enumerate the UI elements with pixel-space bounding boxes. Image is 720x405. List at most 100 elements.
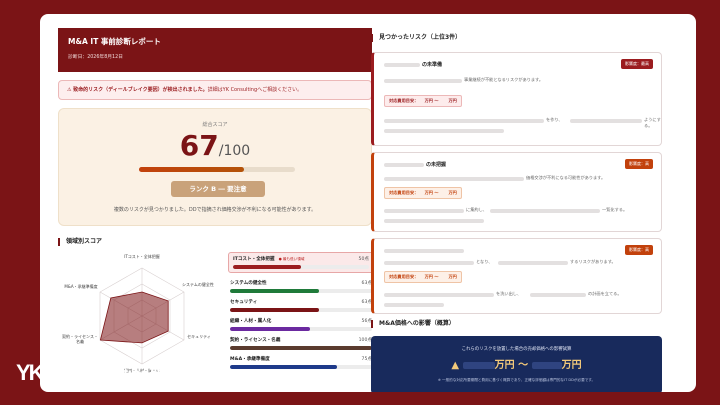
risk-action-end: の計画を立てる。 — [588, 291, 622, 296]
area-bar — [230, 346, 372, 350]
risks-title: 見つかったリスク（上位3件） — [371, 34, 461, 42]
redacted-text — [384, 119, 544, 123]
radar-label-contract: 契約・ライセンス・名義 — [62, 334, 98, 344]
score-progress-bar — [139, 167, 295, 172]
risk-title: の未準備 — [422, 62, 443, 68]
range-suffix: 万円 — [561, 360, 582, 371]
area-row: ITコスト・全体把握 ● 最も低い領域 50点 — [228, 252, 374, 273]
area-row: 組織・人材・属人化 56点 — [230, 318, 372, 331]
score-max: /100 — [218, 143, 251, 159]
area-bar-fill — [230, 289, 320, 293]
area-row: セキュリティ 63点 — [230, 299, 372, 312]
severity-badge: 影響度：最高 — [621, 59, 653, 69]
radar-label-it-cost: ITコスト・全体把握 — [124, 254, 160, 259]
area-name: ITコスト・全体把握 — [233, 257, 275, 262]
rank-badge: ランク B ― 要注意 — [171, 181, 265, 197]
report-sheet: M&A IT 事前診断レポート 診断日：2026年8月12日 ⚠ 致命的リスク（… — [40, 14, 696, 392]
area-row: M&A・承継準備度 75点 — [230, 356, 372, 369]
redacted-text — [384, 249, 464, 253]
impact-note: ※ 一般的な対応所要期間と費用に基づく概算であり、正確な評価額は専門的なIT D… — [437, 378, 596, 382]
redacted-text — [384, 163, 424, 167]
area-name: 契約・ライセンス・名義 — [230, 338, 281, 343]
area-bar — [230, 289, 372, 293]
risk-card: の未準備 影響度：最高 事業継続が不能となるリスクがあります。 対応費用目安： … — [371, 52, 662, 146]
score-value: 67/100 — [59, 129, 371, 162]
area-bar — [233, 265, 369, 269]
alert-rest-text: 詳細はYK Consultingへご相談ください。 — [207, 87, 303, 93]
risk-title: の未把握 — [426, 162, 447, 168]
range-mid: 万円 〜 — [494, 360, 529, 371]
redacted-amount — [531, 361, 562, 369]
price-impact-box: これらのリスクを放置した場合の売却価格への影響試算 ▲ 万円 〜 万円 ※ 一般… — [371, 336, 662, 392]
risk-action: に集約し、 — [466, 207, 487, 212]
alert-strong-text: 致命的リスク（ディールブレイク要因）が検出されました。 — [73, 87, 208, 93]
risk-card: 影響度：高 となり、 するリスクがあります。 対応費用目安： 万円 〜 万円 を… — [371, 238, 662, 314]
redacted-text — [384, 219, 484, 223]
risk-action-end: 一覧化する。 — [602, 207, 628, 212]
redacted-text — [384, 129, 504, 133]
redacted-text — [570, 119, 642, 123]
area-bar-fill — [230, 308, 320, 312]
area-row: 契約・ライセンス・名義 100点 — [230, 337, 372, 350]
brand-name: YK Consulting株式会社 — [52, 365, 205, 381]
radar-label-security: セキュリティ — [187, 334, 211, 339]
brand-mark: YK — [16, 360, 45, 385]
redacted-amount — [462, 361, 495, 369]
score-label: 総合スコア — [202, 122, 228, 128]
area-bar — [230, 308, 372, 312]
area-scores-title: 領域別スコア — [58, 238, 102, 246]
impact-title: M&A価格への影響（概算） — [371, 320, 455, 328]
cost-estimate: 対応費用目安： 万円 〜 万円 — [384, 187, 462, 199]
area-score: 100点 — [358, 338, 372, 343]
risk-card: の未把握 影響度：高 価格交渉が不利になる可能性があります。 対応費用目安： 万… — [371, 152, 662, 232]
area-name: M&A・承継準備度 — [230, 357, 270, 362]
score-number: 67 — [179, 129, 219, 162]
area-bar-fill — [233, 265, 301, 269]
risk-desc-end: するリスクがあります。 — [570, 259, 616, 264]
risk-action: を作り、 — [546, 117, 563, 122]
radar-label-system: システムの健全性 — [182, 282, 214, 287]
redacted-text — [384, 261, 474, 265]
redacted-text — [384, 293, 494, 297]
area-name: システムの健全性 — [230, 281, 267, 286]
cost-estimate: 対応費用目安： 万円 〜 万円 — [384, 95, 462, 107]
impact-caption: これらのリスクを放置した場合の売却価格への影響試算 — [461, 347, 572, 352]
risk-desc: 価格交渉が不利になる可能性があります。 — [526, 175, 606, 180]
severity-badge: 影響度：高 — [625, 159, 653, 169]
area-row: システムの健全性 63点 — [230, 280, 372, 293]
redacted-text — [530, 293, 586, 297]
cost-estimate: 対応費用目安： 万円 〜 万円 — [384, 271, 462, 283]
redacted-text — [498, 261, 568, 265]
report-date: 診断日：2026年8月12日 — [68, 55, 123, 60]
risk-desc: となり、 — [476, 259, 493, 264]
redacted-text — [490, 209, 600, 213]
overall-score-card: 総合スコア 67/100 ランク B ― 要注意 複数のリスクが見つかりました。… — [58, 108, 372, 226]
down-triangle-icon: ▲ — [451, 360, 460, 371]
warning-icon: ⚠ — [67, 87, 72, 93]
impact-range: ▲ 万円 〜 万円 — [371, 356, 662, 371]
radar-value-shape — [99, 291, 169, 344]
risk-action-end: ようにする。 — [644, 117, 661, 128]
redacted-text — [384, 79, 462, 83]
area-bar-fill — [230, 365, 337, 369]
severity-badge: 影響度：高 — [625, 245, 653, 255]
score-note: 複数のリスクが見つかりました。DDで指摘され価格交渉が不利になる可能性があります… — [113, 207, 317, 213]
brand-logo: YK YK Consulting株式会社 — [16, 362, 205, 384]
fatal-risk-alert: ⚠ 致命的リスク（ディールブレイク要因）が検出されました。詳細はYK Consu… — [58, 80, 372, 100]
report-header: M&A IT 事前診断レポート 診断日：2026年8月12日 — [58, 28, 372, 72]
score-progress-fill — [139, 167, 244, 172]
lowest-area-tag: ● 最も低い領域 — [278, 257, 305, 261]
area-bar-fill — [230, 327, 310, 331]
radar-label-ma-readiness: M&A・承継準備度 — [64, 284, 98, 289]
area-bar-fill — [230, 346, 372, 350]
report-title: M&A IT 事前診断レポート — [68, 37, 161, 46]
area-name: 組織・人材・属人化 — [230, 319, 272, 324]
risk-desc: 事業継続が不能となるリスクがあります。 — [464, 77, 544, 82]
area-score: 50点 — [358, 257, 369, 262]
risk-action: を洗い出し、 — [496, 291, 522, 296]
area-bar — [230, 365, 372, 369]
area-name: セキュリティ — [230, 300, 258, 305]
redacted-text — [384, 63, 420, 67]
redacted-text — [384, 209, 464, 213]
area-bar — [230, 327, 372, 331]
